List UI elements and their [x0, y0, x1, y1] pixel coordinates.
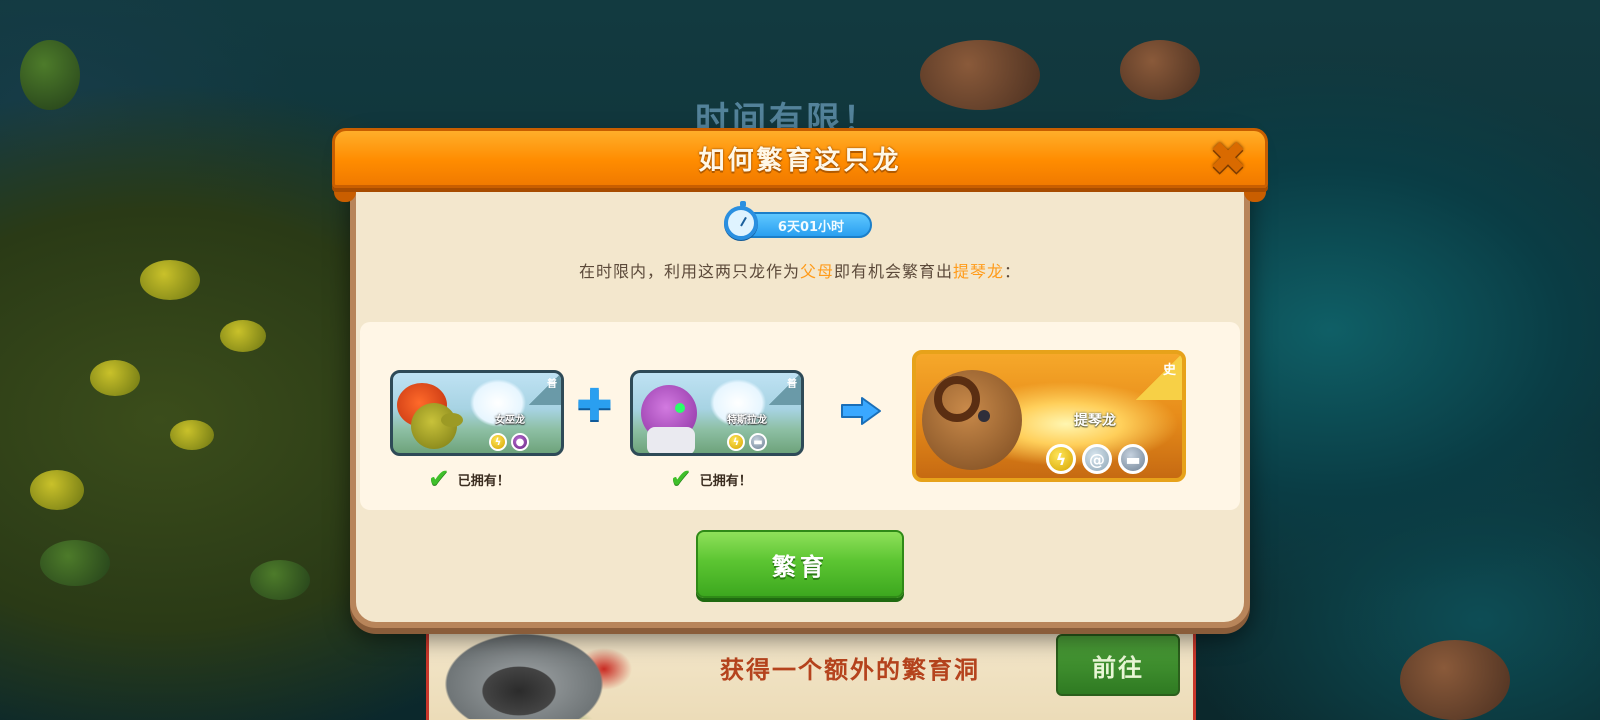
instruction-prefix: 在时限内，利用这两只龙作为 [578, 262, 800, 281]
rarity-label: 史 [1162, 363, 1176, 378]
breeding-cave-image [429, 629, 639, 719]
rock-decoration [1120, 40, 1200, 100]
rarity-badge [529, 373, 561, 405]
goto-button[interactable]: 前往 [1056, 634, 1180, 696]
parent-dragon-name: 特斯拉龙 [727, 415, 767, 426]
parent-dragon-card-2[interactable]: 普 特斯拉龙 ϟ ▬ [630, 370, 804, 456]
tree-decoration [140, 260, 200, 300]
wind-element-icon: @ [1082, 444, 1112, 474]
rarity-badge [769, 373, 801, 405]
rarity-label: 普 [787, 379, 797, 390]
tree-decoration [170, 420, 214, 450]
arrow-right-icon [841, 397, 881, 425]
tree-decoration [90, 360, 140, 396]
dialog-title: 如何繁育这只龙 [698, 145, 902, 176]
banner-text: 获得一个额外的繁育洞 [720, 656, 980, 684]
dragon-armor [647, 427, 695, 453]
metal-element-icon: ▬ [1118, 444, 1148, 474]
lightning-element-icon: ϟ [1046, 444, 1076, 474]
parent-dragon-name: 女巫龙 [495, 415, 525, 426]
lightning-element-icon: ϟ [489, 433, 507, 451]
tree-decoration [30, 470, 84, 510]
lightning-element-icon: ϟ [727, 433, 745, 451]
instruction-suffix: ： [1004, 262, 1022, 281]
rarity-badge [1136, 354, 1182, 400]
parent-dragon-card-1[interactable]: 普 女巫龙 ϟ ● [390, 370, 564, 456]
target-dragon-highlight: 提琴龙 [953, 262, 1005, 281]
rock-decoration [1400, 640, 1510, 720]
breed-instruction: 在时限内，利用这两只龙作为父母即有机会繁育出提琴龙： [350, 258, 1250, 284]
dark-element-icon: ● [511, 433, 529, 451]
result-dragon-card[interactable]: 史 提琴龙 ϟ @ ▬ [912, 350, 1186, 482]
owned-status-2: ✔ 已拥有！ [670, 466, 752, 492]
dragon-eye [978, 410, 990, 422]
plus-icon: ✚ [576, 380, 613, 431]
breed-button[interactable]: 繁育 [696, 530, 904, 598]
result-dragon-name: 提琴龙 [1074, 413, 1116, 429]
tree-decoration [220, 320, 266, 352]
rarity-label: 普 [547, 379, 557, 390]
close-icon[interactable]: ✖ [1206, 135, 1250, 181]
check-icon: ✔ [428, 464, 450, 494]
owned-label: 已拥有！ [457, 473, 510, 489]
check-icon: ✔ [670, 464, 692, 494]
metal-element-icon: ▬ [749, 433, 767, 451]
dragon-eye [675, 403, 685, 413]
bush-decoration [20, 40, 80, 110]
instruction-middle: 即有机会繁育出 [833, 262, 953, 281]
rock-decoration [920, 40, 1040, 110]
stopwatch-icon [724, 201, 758, 240]
bush-decoration [250, 560, 310, 600]
bush-decoration [40, 540, 110, 586]
dragon-horn-curl [934, 376, 980, 422]
parents-highlight: 父母 [799, 262, 834, 281]
dragon-snout [441, 413, 463, 427]
owned-label: 已拥有！ [699, 473, 752, 489]
owned-status-1: ✔ 已拥有！ [428, 466, 510, 492]
